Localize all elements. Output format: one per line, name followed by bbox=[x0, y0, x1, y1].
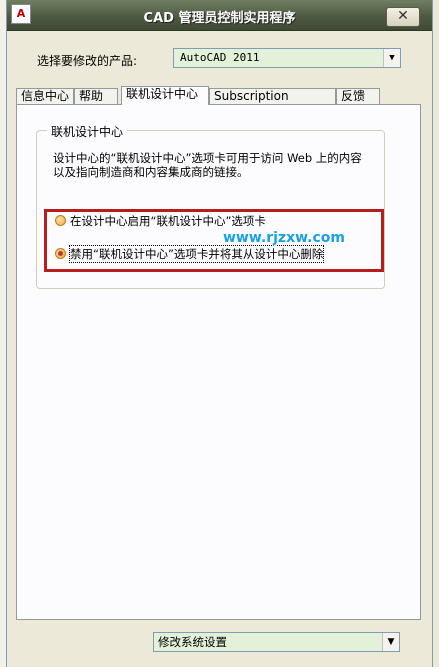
chevron-down-icon[interactable]: ▼ bbox=[383, 49, 400, 67]
close-button[interactable]: ✕ bbox=[386, 7, 420, 27]
tab-help[interactable]: 帮助 bbox=[74, 88, 118, 104]
online-design-center-group: 联机设计中心 设计中心的“联机设计中心”选项卡可用于访问 Web 上的内容以及指… bbox=[36, 123, 385, 289]
site-watermark: www.rjzxw.com bbox=[223, 230, 345, 246]
product-select[interactable]: AutoCAD 2011 ▼ bbox=[173, 48, 401, 68]
group-description: 设计中心的“联机设计中心”选项卡可用于访问 Web 上的内容以及指向制造商和内容… bbox=[53, 151, 362, 179]
radio-enable[interactable] bbox=[55, 215, 66, 226]
tab-feedback[interactable]: 反馈 bbox=[336, 88, 380, 104]
cad-admin-window: A CAD 管理员控制实用程序 ✕ 选择要修改的产品: AutoCAD 2011… bbox=[6, 0, 433, 667]
tab-subscription-center[interactable]: Subscription Center bbox=[209, 88, 336, 118]
settings-mode-select[interactable]: 修改系统设置 ▼ bbox=[153, 632, 400, 652]
enable-option-label[interactable]: 在设计中心启用“联机设计中心”选项卡 bbox=[70, 213, 266, 229]
product-select-label: 选择要修改的产品: bbox=[37, 54, 138, 68]
tab-info-center[interactable]: 信息中心 bbox=[16, 88, 74, 104]
tab-online-design-center[interactable]: 联机设计中心 bbox=[121, 86, 209, 105]
product-selected-value: AutoCAD 2011 bbox=[180, 51, 260, 64]
disable-option-label[interactable]: 禁用“联机设计中心”选项卡并将其从设计中心删除 bbox=[68, 245, 325, 263]
group-title: 联机设计中心 bbox=[47, 123, 128, 140]
chevron-down-icon[interactable]: ▼ bbox=[382, 633, 399, 651]
online-design-center-panel: 联机设计中心 设计中心的“联机设计中心”选项卡可用于访问 Web 上的内容以及指… bbox=[16, 104, 421, 620]
window-title: CAD 管理员控制实用程序 bbox=[143, 11, 296, 26]
title-bar[interactable]: A CAD 管理员控制实用程序 ✕ bbox=[7, 0, 432, 31]
radio-disable[interactable] bbox=[55, 248, 66, 259]
settings-mode-value: 修改系统设置 bbox=[158, 635, 227, 649]
